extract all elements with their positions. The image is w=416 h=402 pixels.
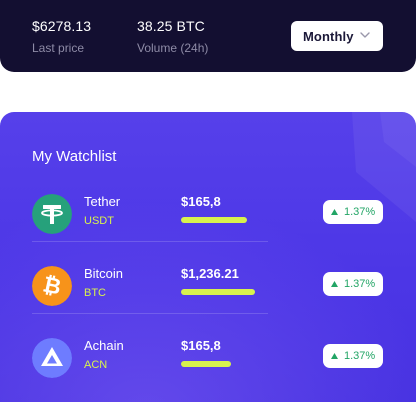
price-bar: [181, 217, 247, 223]
change-value: 1.37%: [344, 349, 376, 362]
change-value: 1.37%: [344, 277, 376, 290]
coin-name: Bitcoin: [84, 266, 124, 281]
coin-symbol: BTC: [84, 287, 106, 299]
coin-price: $1,236.21: [181, 266, 239, 281]
change-badge: 1.37%: [323, 200, 383, 224]
market-stats-bar: $6278.13 Last price 38.25 BTC Volume (24…: [0, 0, 416, 72]
coin-name: Achain: [84, 338, 124, 353]
change-badge: 1.37%: [323, 272, 383, 296]
triangle-up-icon: [331, 281, 338, 287]
price-bar: [181, 289, 255, 295]
watchlist-row-bitcoin[interactable]: ₿ Bitcoin BTC $1,236.21 1.37%: [0, 258, 416, 330]
period-dropdown[interactable]: Monthly: [291, 21, 383, 51]
triangle-up-icon: [331, 209, 338, 215]
tether-icon: [32, 194, 72, 234]
volume-label: Volume (24h): [137, 41, 209, 55]
watchlist-row-achain[interactable]: Achain ACN $165,8 1.37%: [0, 330, 416, 402]
coin-symbol: ACN: [84, 359, 108, 371]
triangle-up-icon: [331, 353, 338, 359]
change-value: 1.37%: [344, 205, 376, 218]
watchlist-card: My Watchlist Tether USDT $165,8 1.37% ₿ …: [0, 112, 416, 402]
volume-stat: 38.25 BTC Volume (24h): [137, 18, 208, 55]
last-price-value: $6278.13: [32, 18, 92, 34]
achain-icon: [32, 338, 72, 378]
price-bar: [181, 361, 231, 367]
chevron-down-icon: [360, 32, 370, 38]
change-badge: 1.37%: [323, 344, 383, 368]
coin-price: $165,8: [181, 338, 221, 353]
row-divider: [32, 241, 268, 242]
page: $6278.13 Last price 38.25 BTC Volume (24…: [0, 0, 416, 402]
volume-value: 38.25 BTC: [137, 18, 205, 34]
watchlist-title: My Watchlist: [32, 148, 117, 165]
bitcoin-icon: ₿: [32, 266, 72, 306]
row-divider: [32, 313, 268, 314]
last-price-stat: $6278.13 Last price: [32, 18, 91, 55]
last-price-label: Last price: [32, 41, 85, 55]
watchlist-row-tether[interactable]: Tether USDT $165,8 1.37%: [0, 186, 416, 258]
coin-price: $165,8: [181, 194, 221, 209]
coin-symbol: USDT: [84, 215, 114, 227]
coin-name: Tether: [84, 194, 121, 209]
period-selected-value: Monthly: [303, 28, 354, 44]
